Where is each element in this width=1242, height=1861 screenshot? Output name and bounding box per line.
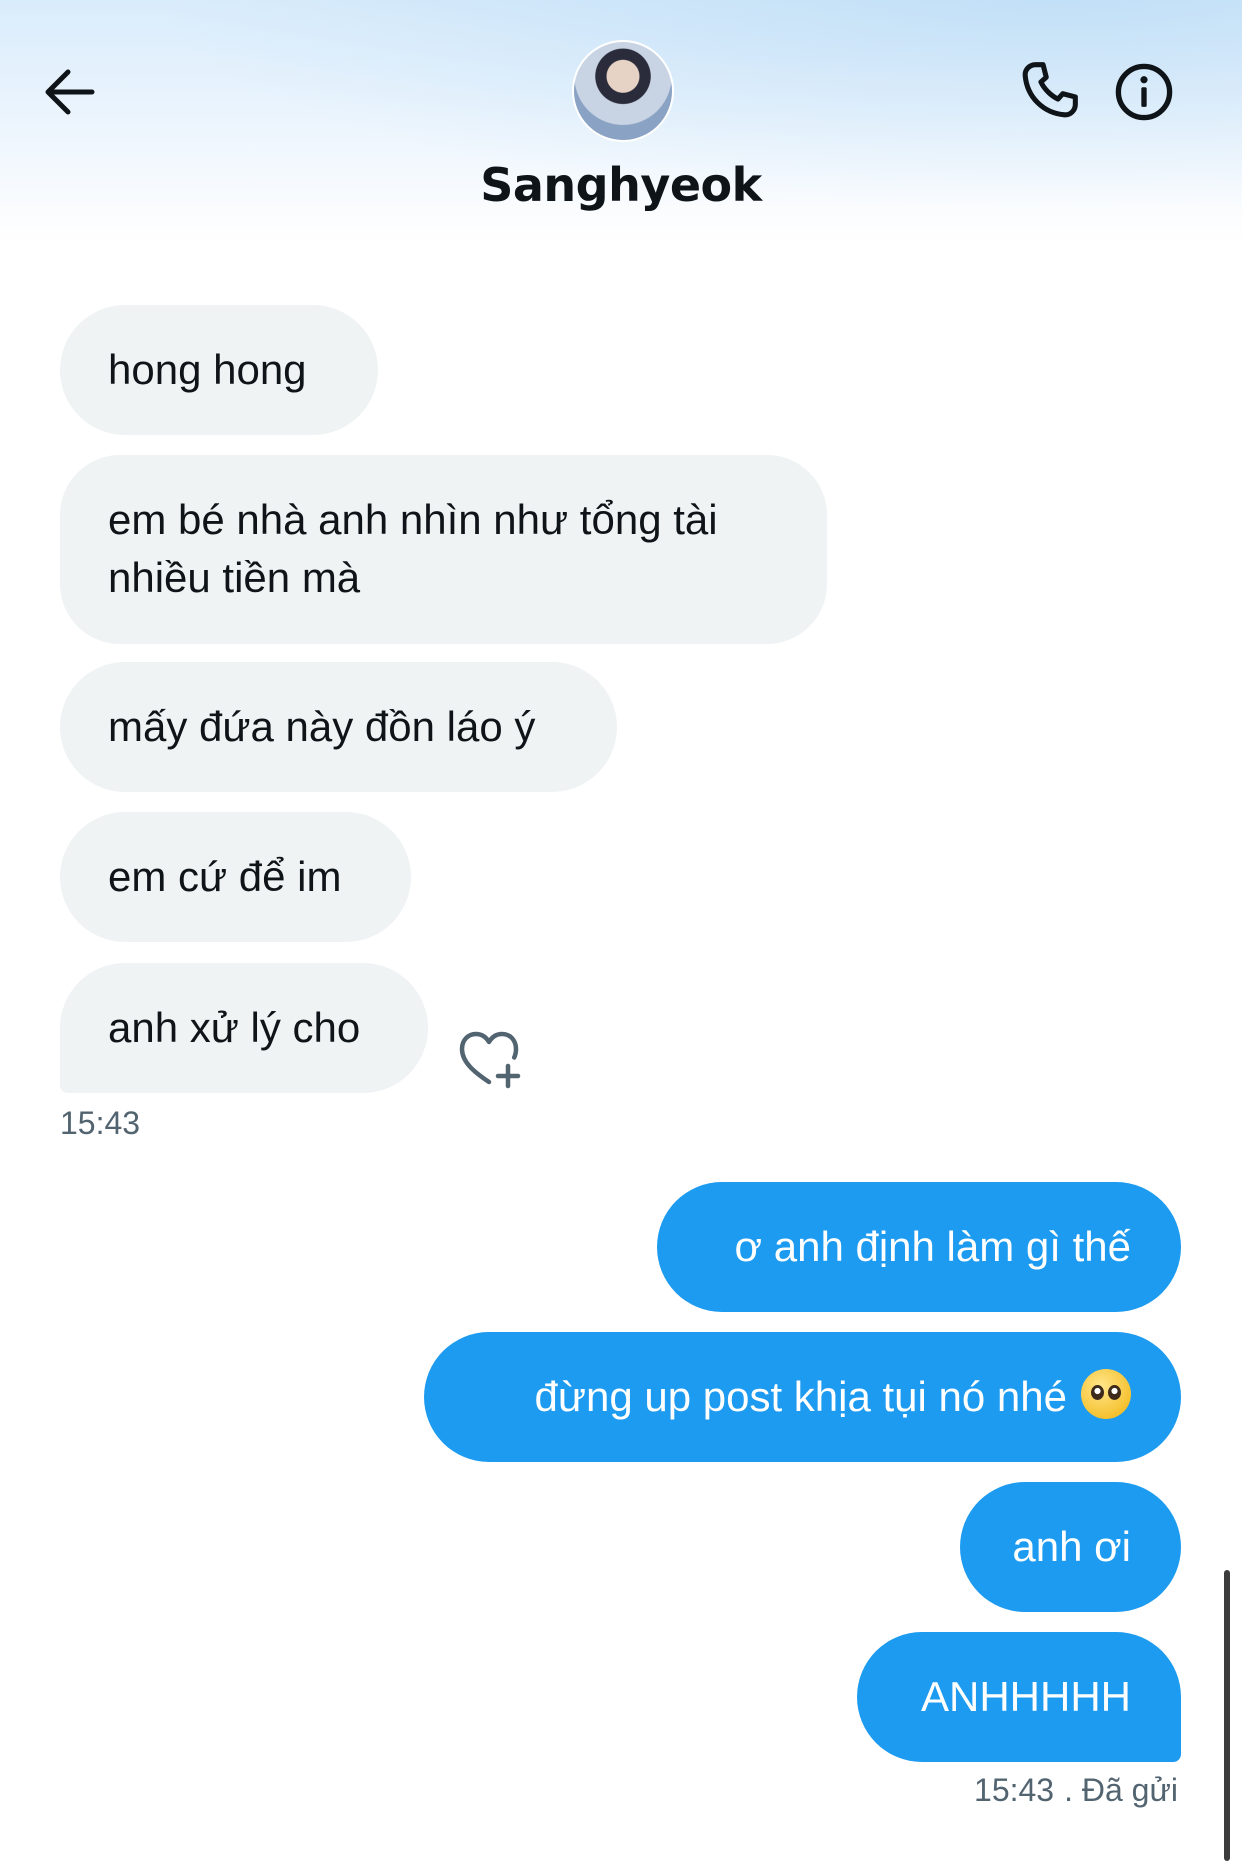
message-bubble-incoming[interactable]: em bé nhà anh nhìn như tổng tài nhiều ti…: [60, 455, 827, 644]
heart-plus-icon: [459, 1031, 521, 1089]
message-bubble-outgoing[interactable]: đừng up post khịa tụi nó nhé: [424, 1332, 1181, 1462]
scrollbar[interactable]: [1224, 1570, 1230, 1861]
contact-name[interactable]: Sanghyeok: [0, 158, 1242, 212]
call-button[interactable]: [1018, 58, 1082, 122]
phone-icon: [1022, 62, 1078, 118]
message-bubble-outgoing[interactable]: ơ anh định làm gì thế: [657, 1182, 1181, 1312]
arrow-left-icon: [45, 69, 95, 115]
message-text: đừng up post khịa tụi nó nhé: [534, 1373, 1067, 1420]
info-button[interactable]: [1112, 60, 1176, 124]
add-reaction-button[interactable]: [456, 1028, 522, 1090]
message-bubble-outgoing[interactable]: anh ơi: [960, 1482, 1181, 1612]
pleading-face-emoji-icon: [1081, 1369, 1131, 1419]
message-bubble-incoming[interactable]: hong hong: [60, 305, 378, 435]
sent-status: . Đã gửi: [1064, 1772, 1178, 1808]
message-bubble-incoming[interactable]: mấy đứa này đồn láo ý: [60, 662, 617, 792]
message-bubble-outgoing[interactable]: ANHHHHH: [857, 1632, 1181, 1762]
avatar[interactable]: [572, 40, 674, 142]
back-button[interactable]: [40, 62, 100, 122]
message-status: 15:43. Đã gửi: [964, 1772, 1178, 1809]
info-icon: [1115, 63, 1173, 121]
message-timestamp: 15:43: [974, 1772, 1055, 1808]
message-bubble-incoming[interactable]: em cứ để im: [60, 812, 411, 942]
message-bubble-incoming[interactable]: anh xử lý cho: [60, 963, 428, 1093]
message-timestamp: 15:43: [60, 1105, 141, 1141]
